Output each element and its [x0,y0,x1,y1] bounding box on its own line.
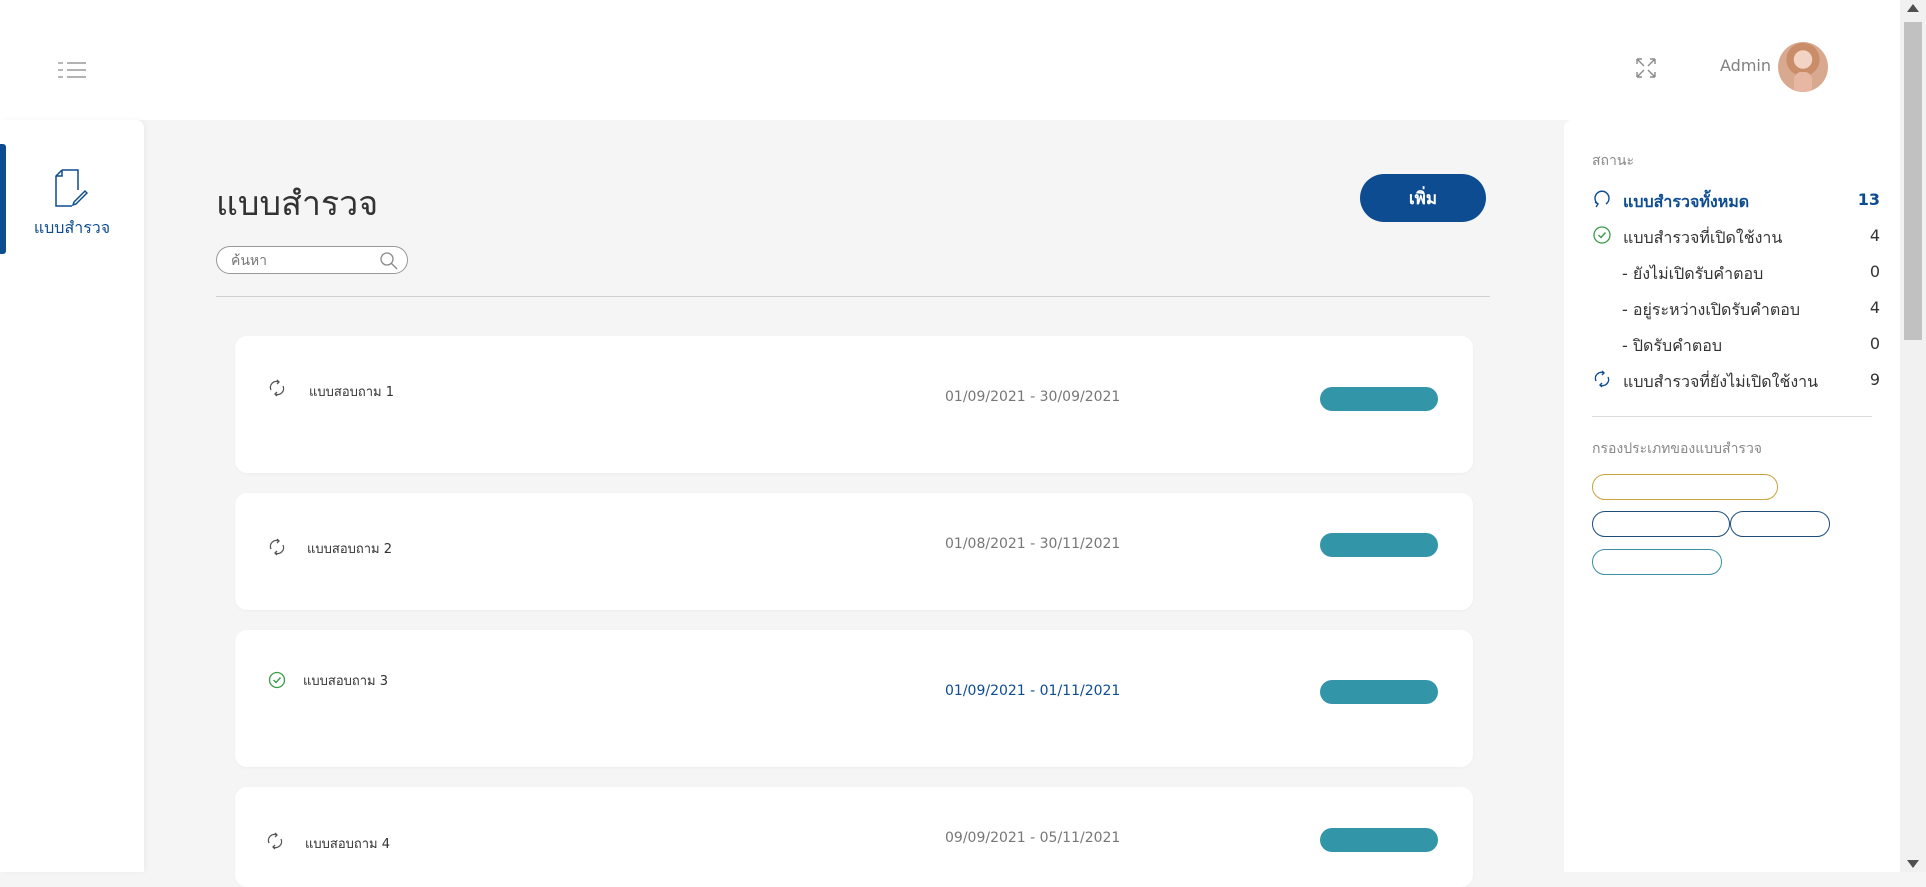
status-label: - ปิดรับคำตอบ [1622,336,1722,355]
survey-dates: 01/09/2021 - 01/11/2021 [945,683,1121,699]
status-not-open[interactable]: - ยังไม่เปิดรับคำตอบ 0 [1592,260,1880,284]
user-avatar[interactable] [1778,42,1828,92]
scroll-down-arrow[interactable] [1907,860,1919,868]
scroll-thumb[interactable] [1904,22,1922,340]
user-name[interactable]: Admin [1720,56,1771,75]
status-inactive[interactable]: แบบสำรวจที่ยังไม่เปิดใช้งาน 9 [1592,368,1880,392]
survey-status-pill[interactable] [1320,828,1438,852]
status-active[interactable]: แบบสำรวจที่เปิดใช้งาน 4 [1592,224,1880,248]
header-divider [216,296,1490,297]
filter-chip[interactable] [1592,474,1778,500]
status-all[interactable]: แบบสำรวจทั้งหมด 13 [1592,188,1880,212]
sync-icon [267,832,283,850]
status-label: แบบสำรวจที่ยังไม่เปิดใช้งาน [1623,372,1819,391]
filter-chip[interactable] [1592,549,1722,575]
status-label: - ยังไม่เปิดรับคำตอบ [1622,264,1764,283]
status-label: - อยู่ระหว่างเปิดรับคำตอบ [1622,300,1800,319]
survey-name: แบบสอบถาม 4 [305,837,391,852]
survey-name: แบบสอบถาม 3 [303,674,389,689]
survey-name: แบบสอบถาม 1 [309,385,395,400]
survey-card[interactable]: แบบสอบถาม 4 09/09/2021 - 05/11/2021 [235,787,1473,887]
top-header: Admin [0,0,1900,120]
survey-status-pill[interactable] [1320,680,1438,704]
filter-chip[interactable] [1730,511,1830,537]
survey-card[interactable]: แบบสอบถาม 1 01/09/2021 - 30/09/2021 [235,336,1473,473]
search-input[interactable] [229,250,373,272]
scroll-up-arrow[interactable] [1907,4,1919,12]
survey-dates: 01/09/2021 - 30/09/2021 [945,389,1121,405]
check-circle-icon [268,671,286,689]
document-edit-icon[interactable] [54,168,88,208]
survey-status-pill[interactable] [1320,387,1438,411]
list-menu-icon[interactable] [58,60,86,80]
survey-dates: 01/08/2021 - 30/11/2021 [945,536,1121,552]
expand-icon[interactable] [1634,56,1658,80]
sidebar-item-surveys[interactable]: แบบสำรวจ [0,216,144,241]
status-filter-panel: สถานะ แบบสำรวจทั้งหมด 13 แบบสำรวจที่เปิด… [1564,120,1900,872]
search-icon[interactable] [379,251,399,271]
add-button[interactable]: เพิ่ม [1360,174,1486,222]
panel-divider [1592,416,1872,417]
page-scrollbar[interactable] [1900,0,1926,872]
status-closed[interactable]: - ปิดรับคำตอบ 0 [1592,332,1880,356]
status-count: 0 [1869,262,1880,281]
status-count: 13 [1857,190,1880,209]
filter-chip[interactable] [1592,511,1730,537]
sync-icon [269,379,285,397]
survey-status-pill[interactable] [1320,533,1438,557]
sync-icon [269,538,285,556]
status-count: 9 [1869,370,1880,389]
survey-name: แบบสอบถาม 2 [307,542,393,557]
page-title: แบบสำรวจ [216,184,379,224]
status-count: 0 [1869,334,1880,353]
sidebar: แบบสำรวจ [0,120,144,872]
search-box [216,246,408,274]
status-heading: สถานะ [1592,153,1634,169]
survey-card[interactable]: แบบสอบถาม 3 01/09/2021 - 01/11/2021 [235,630,1473,767]
sync-icon [1594,370,1610,388]
status-count: 4 [1869,226,1880,245]
status-label: แบบสำรวจที่เปิดใช้งาน [1623,228,1783,247]
refresh-icon [1594,190,1610,208]
survey-dates: 09/09/2021 - 05/11/2021 [945,830,1121,846]
check-circle-icon [1593,226,1611,244]
filter-heading: กรองประเภทของแบบสำรวจ [1592,441,1763,457]
status-count: 4 [1869,298,1880,317]
survey-card[interactable]: แบบสอบถาม 2 01/08/2021 - 30/11/2021 [235,493,1473,610]
status-open[interactable]: - อยู่ระหว่างเปิดรับคำตอบ 4 [1592,296,1880,320]
status-label: แบบสำรวจทั้งหมด [1623,192,1750,211]
